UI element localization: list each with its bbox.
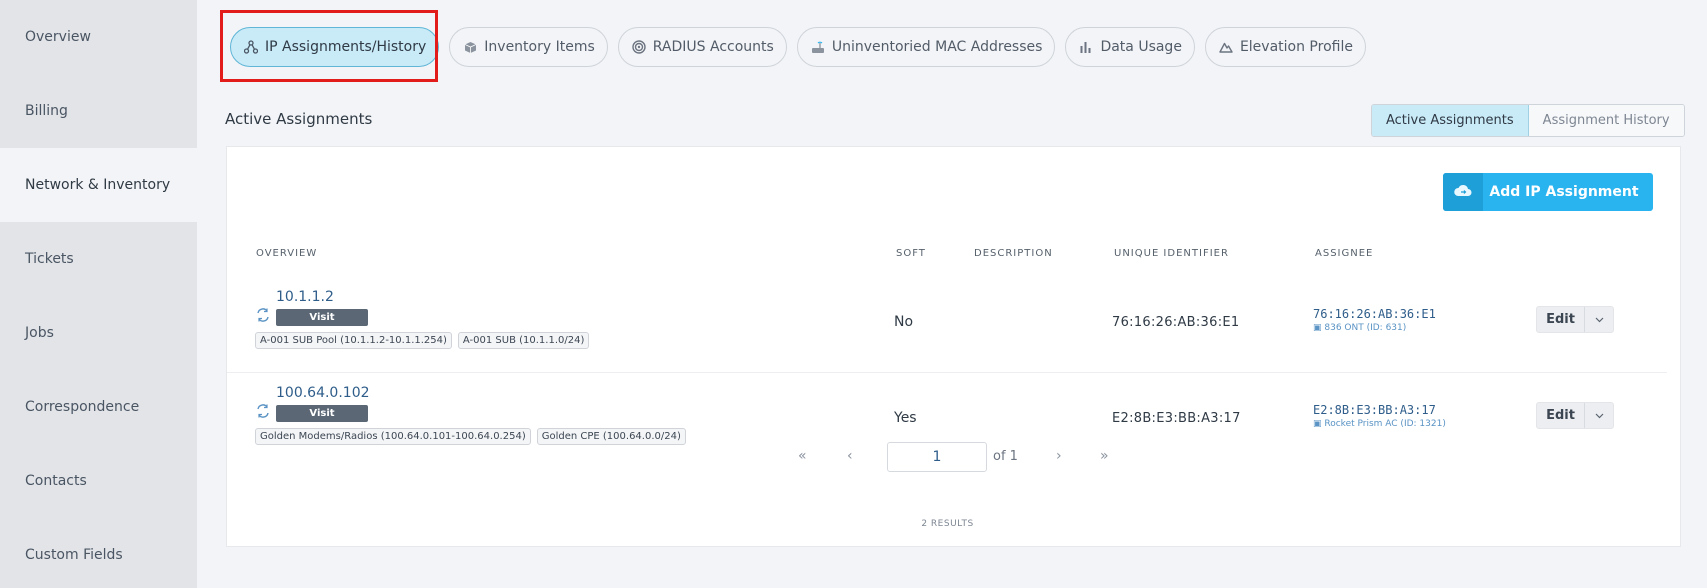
section-title: Active Assignments (225, 110, 373, 128)
tab-bar: IP Assignments/History Inventory Items R… (230, 27, 1366, 67)
device-box-icon: ▣ (1313, 419, 1325, 429)
sidebar-item-billing[interactable]: Billing (0, 74, 197, 148)
assignee-link[interactable]: 76:16:26:AB:36:E1 (1313, 307, 1436, 321)
soft-value: Yes (894, 410, 917, 426)
header-description: DESCRIPTION (974, 248, 1053, 259)
tab-label: Elevation Profile (1239, 39, 1353, 55)
visit-button[interactable]: Visit (276, 405, 368, 422)
assignee-device-link[interactable]: ▣ 836 ONT (ID: 631) (1313, 323, 1406, 333)
tab-radius-accounts[interactable]: RADIUS Accounts (617, 27, 787, 67)
tab-inventory-items[interactable]: Inventory Items (449, 27, 608, 67)
prev-page-button[interactable]: ‹ (847, 448, 853, 464)
sidebar-item-custom-fields[interactable]: Custom Fields (0, 518, 197, 588)
ip-sync-icon (255, 307, 271, 327)
header-assignee: ASSIGNEE (1315, 248, 1374, 259)
table-row: 10.1.1.2 Visit A-001 SUB Pool (10.1.1.2-… (227, 277, 1667, 373)
edit-button[interactable]: Edit (1537, 307, 1585, 332)
tab-uninventoried-mac-addresses[interactable]: Uninventoried MAC Addresses (796, 27, 1056, 67)
last-page-button[interactable]: » (1100, 448, 1109, 464)
visit-button[interactable]: Visit (276, 309, 368, 326)
sidebar-item-overview[interactable]: Overview (0, 0, 197, 74)
assignee-device-link[interactable]: ▣ Rocket Prism AC (ID: 1321) (1313, 419, 1446, 429)
pagination: « ‹ of 1 › » (227, 442, 1680, 472)
cloud-sync-icon (1443, 173, 1483, 211)
tab-label: Data Usage (1100, 39, 1182, 55)
results-count: 2 RESULTS (921, 519, 974, 529)
add-ip-assignment-button[interactable]: Add IP Assignment (1443, 173, 1653, 211)
sidebar-item-contacts[interactable]: Contacts (0, 444, 197, 518)
device-box-icon: ▣ (1313, 323, 1325, 333)
tab-elevation-profile[interactable]: Elevation Profile (1204, 27, 1366, 67)
bar-chart-icon (1078, 39, 1094, 55)
pool-tags: A-001 SUB Pool (10.1.1.2-10.1.1.254) A-0… (255, 332, 590, 349)
tab-data-usage[interactable]: Data Usage (1065, 27, 1195, 67)
tab-label: IP Assignments/History (265, 39, 427, 55)
tab-ip-assignments-history[interactable]: IP Assignments/History (230, 27, 440, 67)
ip-address-link[interactable]: 10.1.1.2 (276, 289, 334, 305)
router-icon (810, 39, 826, 55)
header-unique-identifier: UNIQUE IDENTIFIER (1114, 248, 1229, 259)
subnet-tag[interactable]: A-001 SUB (10.1.1.0/24) (457, 332, 590, 349)
sidebar: Overview Billing Network & Inventory Tic… (0, 0, 197, 588)
radar-icon (631, 39, 647, 55)
add-ip-assignment-label: Add IP Assignment (1489, 184, 1639, 200)
ip-sync-icon (255, 403, 271, 423)
next-page-button[interactable]: › (1056, 448, 1062, 464)
unique-identifier: 76:16:26:AB:36:E1 (1112, 315, 1240, 330)
page-number-input[interactable] (887, 442, 987, 472)
toggle-active-assignments[interactable]: Active Assignments (1372, 105, 1529, 136)
first-page-button[interactable]: « (798, 448, 807, 464)
tab-label: RADIUS Accounts (652, 39, 774, 55)
ip-address-link[interactable]: 100.64.0.102 (276, 385, 370, 401)
edit-button-group: Edit (1536, 306, 1614, 333)
pool-tag[interactable]: A-001 SUB Pool (10.1.1.2-10.1.1.254) (255, 332, 452, 349)
sidebar-item-tickets[interactable]: Tickets (0, 222, 197, 296)
soft-value: No (894, 314, 914, 330)
unique-identifier: E2:8B:E3:BB:A3:17 (1112, 411, 1241, 426)
network-icon (243, 39, 259, 55)
sidebar-item-network-inventory[interactable]: Network & Inventory (0, 148, 197, 222)
box-icon (462, 39, 478, 55)
page-count: of 1 (993, 449, 1018, 464)
assignments-card: Add IP Assignment OVERVIEW SOFT DESCRIPT… (226, 146, 1681, 547)
assignee-link[interactable]: E2:8B:E3:BB:A3:17 (1313, 403, 1436, 417)
edit-button[interactable]: Edit (1537, 403, 1585, 428)
mountain-icon (1218, 39, 1234, 55)
tab-label: Uninventoried MAC Addresses (831, 39, 1043, 55)
toggle-assignment-history[interactable]: Assignment History (1528, 105, 1684, 136)
header-soft: SOFT (896, 248, 926, 259)
header-overview: OVERVIEW (256, 248, 318, 259)
tab-label: Inventory Items (484, 39, 595, 55)
sidebar-item-correspondence[interactable]: Correspondence (0, 370, 197, 444)
assignment-view-toggle: Active Assignments Assignment History (1371, 104, 1685, 137)
assignee-device-label: Rocket Prism AC (ID: 1321) (1324, 419, 1446, 429)
edit-button-group: Edit (1536, 402, 1614, 429)
chevron-down-icon[interactable] (1585, 307, 1613, 332)
sidebar-item-jobs[interactable]: Jobs (0, 296, 197, 370)
chevron-down-icon[interactable] (1585, 403, 1613, 428)
assignee-device-label: 836 ONT (ID: 631) (1324, 323, 1407, 333)
